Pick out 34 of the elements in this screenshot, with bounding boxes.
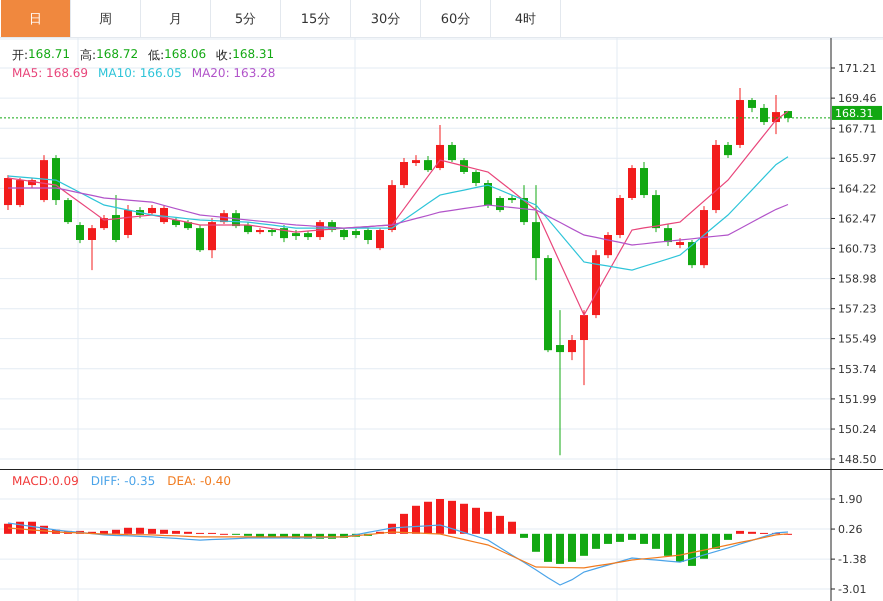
price-axis-label: 160.73	[838, 242, 876, 256]
macd-legend: DEA: -0.40	[167, 474, 232, 488]
quote-value: 168.06	[164, 46, 206, 62]
quote-label: 低:	[148, 46, 164, 64]
price-axis-label: 155.49	[838, 332, 876, 346]
moving-average-legend: MA5: 168.69	[12, 66, 88, 80]
moving-average-legend: MA20: 163.28	[192, 66, 276, 80]
price-axis-label: 164.22	[838, 182, 876, 196]
macd-legend: DIFF: -0.35	[90, 474, 156, 488]
price-axis-label: 157.23	[838, 302, 876, 316]
quote-label: 收:	[216, 46, 232, 64]
price-axis-label: 158.98	[838, 272, 876, 286]
price-axis-label: 151.99	[838, 392, 876, 406]
macd-axis-label: 1.90	[838, 493, 862, 506]
quote-value: 168.31	[232, 46, 274, 62]
quote-value: 168.71	[28, 46, 70, 62]
price-axis-label: 148.50	[838, 453, 876, 466]
price-axis-label: 171.21	[838, 62, 876, 75]
price-axis-label: 169.46	[838, 92, 876, 106]
price-axis-label: 162.47	[838, 212, 876, 226]
price-axis-label: 165.97	[838, 152, 876, 166]
quote-label: 开:	[12, 46, 28, 64]
ref-line-label: 168.31	[835, 106, 874, 120]
macd-axis-label: -3.01	[838, 583, 866, 596]
price-axis-label: 167.71	[838, 122, 876, 136]
macd-axis-label: 0.26	[838, 523, 862, 536]
macd-axis-label: -1.38	[838, 553, 866, 566]
last-price-tag: 168.31	[832, 106, 882, 120]
price-axis-label: 153.74	[838, 362, 876, 376]
macd-legend: MACD:0.09	[12, 474, 79, 488]
price-axis-label: 150.24	[838, 423, 876, 436]
quote-value: 168.72	[96, 46, 138, 62]
moving-average-legend: MA10: 166.05	[98, 66, 182, 80]
quote-label: 高:	[80, 46, 96, 64]
